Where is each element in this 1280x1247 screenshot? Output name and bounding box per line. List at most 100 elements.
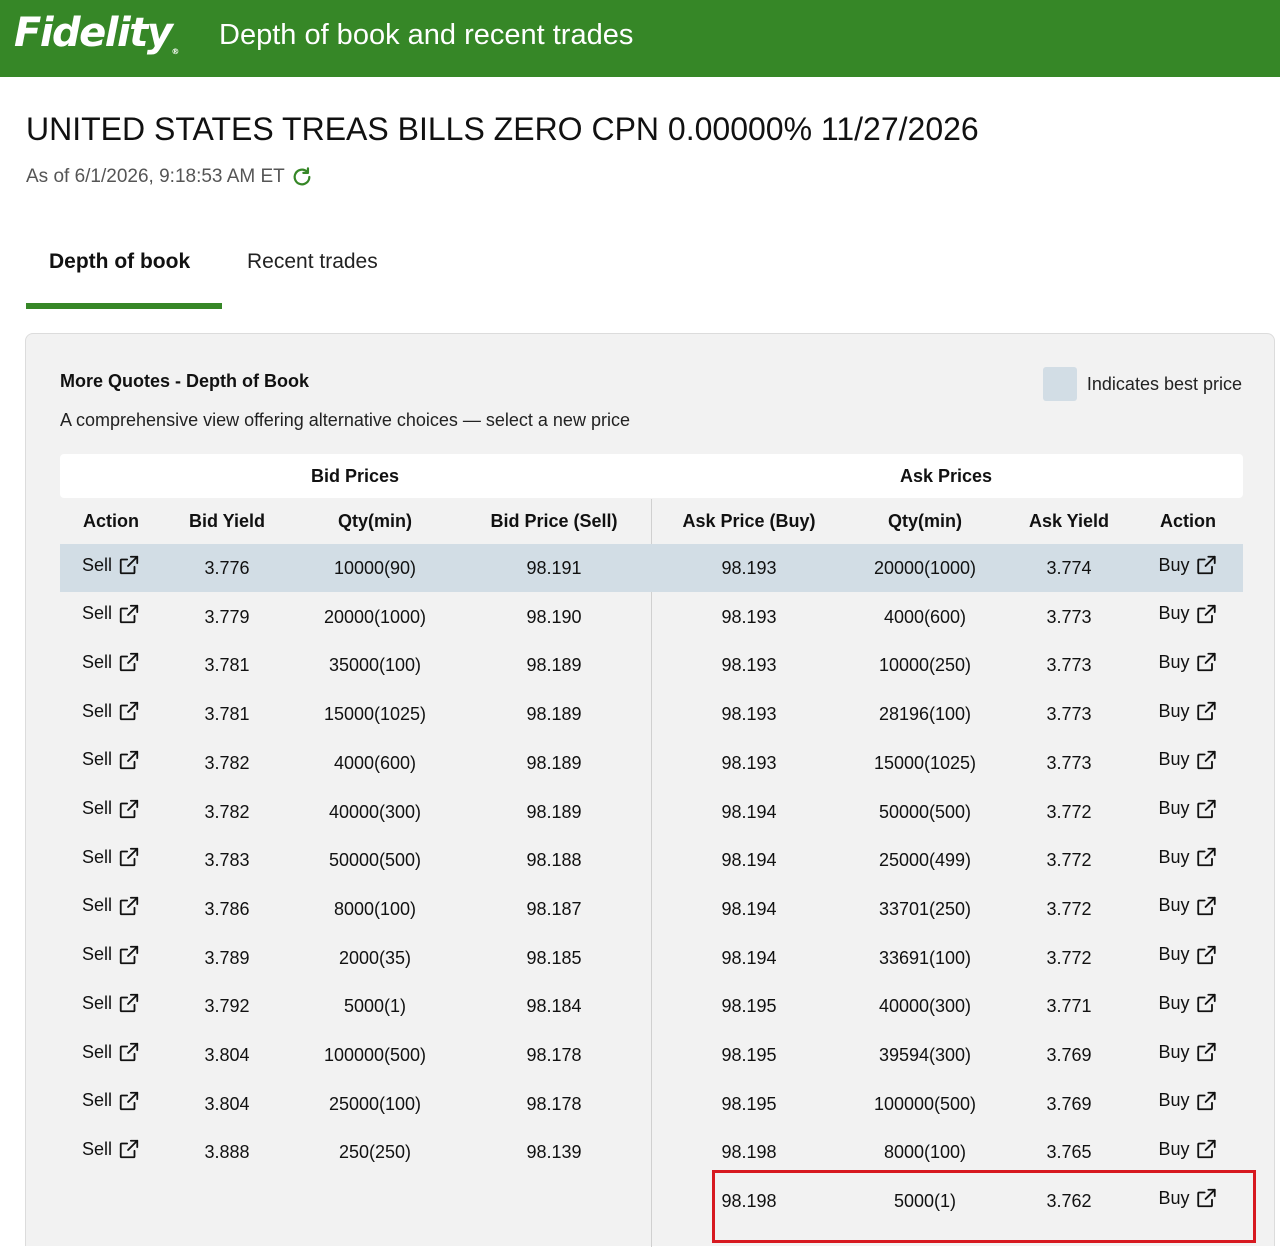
bid-price-cell[interactable]: 98.188 xyxy=(526,850,581,871)
tab-recent-trades[interactable]: Recent trades xyxy=(247,250,378,274)
external-link-icon[interactable] xyxy=(118,1041,140,1063)
external-link-icon[interactable] xyxy=(1196,895,1218,917)
external-link-icon[interactable] xyxy=(118,895,140,917)
ask-price-cell[interactable]: 98.194 xyxy=(721,850,776,871)
sell-action[interactable]: Sell xyxy=(82,846,140,868)
sell-action[interactable]: Sell xyxy=(82,1090,140,1112)
external-link-icon[interactable] xyxy=(1196,749,1218,771)
buy-action[interactable]: Buy xyxy=(1158,798,1217,820)
bid-price-cell[interactable]: 98.189 xyxy=(526,802,581,823)
sell-label[interactable]: Sell xyxy=(82,1139,112,1160)
buy-action[interactable]: Buy xyxy=(1158,554,1217,576)
refresh-icon[interactable] xyxy=(291,166,313,188)
external-link-icon[interactable] xyxy=(118,846,140,868)
col-ask-action[interactable]: Action xyxy=(1160,511,1216,532)
sell-label[interactable]: Sell xyxy=(82,652,112,673)
ask-price-cell[interactable]: 98.194 xyxy=(721,899,776,920)
sell-label[interactable]: Sell xyxy=(82,895,112,916)
buy-action[interactable]: Buy xyxy=(1158,992,1217,1014)
buy-action[interactable]: Buy xyxy=(1158,1187,1217,1209)
external-link-icon[interactable] xyxy=(1196,1138,1218,1160)
external-link-icon[interactable] xyxy=(1196,603,1218,625)
sell-label[interactable]: Sell xyxy=(82,798,112,819)
external-link-icon[interactable] xyxy=(1196,1187,1218,1209)
external-link-icon[interactable] xyxy=(118,603,140,625)
buy-action[interactable]: Buy xyxy=(1158,846,1217,868)
external-link-icon[interactable] xyxy=(1196,651,1218,673)
external-link-icon[interactable] xyxy=(118,700,140,722)
buy-label[interactable]: Buy xyxy=(1158,798,1189,819)
external-link-icon[interactable] xyxy=(118,1138,140,1160)
external-link-icon[interactable] xyxy=(118,798,140,820)
external-link-icon[interactable] xyxy=(118,554,140,576)
col-bid-action[interactable]: Action xyxy=(83,511,139,532)
buy-action[interactable]: Buy xyxy=(1158,944,1217,966)
col-bid-price[interactable]: Bid Price (Sell) xyxy=(490,511,617,532)
external-link-icon[interactable] xyxy=(1196,554,1218,576)
external-link-icon[interactable] xyxy=(1196,1041,1218,1063)
bid-price-cell[interactable]: 98.189 xyxy=(526,704,581,725)
sell-action[interactable]: Sell xyxy=(82,554,140,576)
external-link-icon[interactable] xyxy=(118,749,140,771)
col-bid-qty[interactable]: Qty(min) xyxy=(338,511,412,532)
external-link-icon[interactable] xyxy=(1196,700,1218,722)
sell-action[interactable]: Sell xyxy=(82,1138,140,1160)
ask-price-cell[interactable]: 98.193 xyxy=(721,655,776,676)
sell-action[interactable]: Sell xyxy=(82,944,140,966)
buy-label[interactable]: Buy xyxy=(1158,1139,1189,1160)
ask-price-cell[interactable]: 98.195 xyxy=(721,996,776,1017)
ask-price-cell[interactable]: 98.195 xyxy=(721,1045,776,1066)
sell-action[interactable]: Sell xyxy=(82,651,140,673)
buy-label[interactable]: Buy xyxy=(1158,1090,1189,1111)
buy-action[interactable]: Buy xyxy=(1158,651,1217,673)
buy-label[interactable]: Buy xyxy=(1158,1188,1189,1209)
bid-price-cell[interactable]: 98.187 xyxy=(526,899,581,920)
buy-label[interactable]: Buy xyxy=(1158,555,1189,576)
bid-price-cell[interactable]: 98.178 xyxy=(526,1045,581,1066)
bid-price-cell[interactable]: 98.185 xyxy=(526,948,581,969)
ask-price-cell[interactable]: 98.193 xyxy=(721,607,776,628)
buy-label[interactable]: Buy xyxy=(1158,603,1189,624)
buy-label[interactable]: Buy xyxy=(1158,749,1189,770)
bid-price-cell[interactable]: 98.189 xyxy=(526,655,581,676)
buy-action[interactable]: Buy xyxy=(1158,603,1217,625)
sell-action[interactable]: Sell xyxy=(82,992,140,1014)
sell-action[interactable]: Sell xyxy=(82,1041,140,1063)
sell-label[interactable]: Sell xyxy=(82,1090,112,1111)
sell-label[interactable]: Sell xyxy=(82,1042,112,1063)
ask-price-cell[interactable]: 98.198 xyxy=(721,1142,776,1163)
external-link-icon[interactable] xyxy=(118,944,140,966)
sell-action[interactable]: Sell xyxy=(82,700,140,722)
external-link-icon[interactable] xyxy=(1196,944,1218,966)
col-ask-yield[interactable]: Ask Yield xyxy=(1029,511,1109,532)
ask-price-cell[interactable]: 98.195 xyxy=(721,1094,776,1115)
bid-price-cell[interactable]: 98.191 xyxy=(526,558,581,579)
fidelity-logo[interactable]: Fidelity® xyxy=(14,10,179,56)
sell-action[interactable]: Sell xyxy=(82,798,140,820)
ask-price-cell[interactable]: 98.194 xyxy=(721,948,776,969)
sell-label[interactable]: Sell xyxy=(82,944,112,965)
buy-label[interactable]: Buy xyxy=(1158,847,1189,868)
sell-label[interactable]: Sell xyxy=(82,603,112,624)
sell-label[interactable]: Sell xyxy=(82,993,112,1014)
sell-label[interactable]: Sell xyxy=(82,749,112,770)
ask-price-cell[interactable]: 98.198 xyxy=(721,1191,776,1212)
bid-price-cell[interactable]: 98.190 xyxy=(526,607,581,628)
sell-action[interactable]: Sell xyxy=(82,749,140,771)
col-bid-yield[interactable]: Bid Yield xyxy=(189,511,265,532)
external-link-icon[interactable] xyxy=(118,1090,140,1112)
buy-action[interactable]: Buy xyxy=(1158,1138,1217,1160)
sell-label[interactable]: Sell xyxy=(82,555,112,576)
bid-price-cell[interactable]: 98.178 xyxy=(526,1094,581,1115)
buy-label[interactable]: Buy xyxy=(1158,652,1189,673)
buy-action[interactable]: Buy xyxy=(1158,895,1217,917)
buy-action[interactable]: Buy xyxy=(1158,700,1217,722)
buy-label[interactable]: Buy xyxy=(1158,944,1189,965)
sell-action[interactable]: Sell xyxy=(82,895,140,917)
bid-price-cell[interactable]: 98.184 xyxy=(526,996,581,1017)
bid-price-cell[interactable]: 98.139 xyxy=(526,1142,581,1163)
tab-depth-of-book[interactable]: Depth of book xyxy=(49,250,190,274)
buy-label[interactable]: Buy xyxy=(1158,993,1189,1014)
external-link-icon[interactable] xyxy=(1196,798,1218,820)
external-link-icon[interactable] xyxy=(118,992,140,1014)
